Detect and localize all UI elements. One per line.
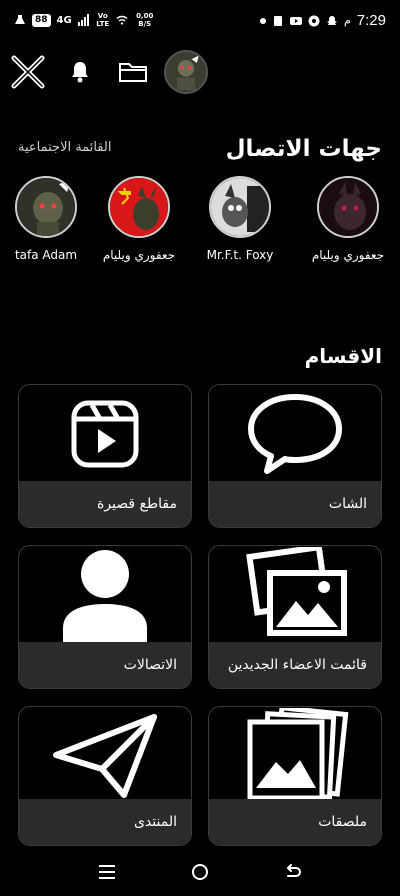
volte-label: Vo LTE [96, 12, 110, 28]
close-icon [11, 55, 45, 89]
contacts-list: جعفوري ويليام Mr.F.t. Foxy جعفوري ويليام [0, 176, 400, 266]
bell-icon [72, 62, 88, 83]
person-icon [63, 550, 147, 642]
section-card-label: مقاطع قصيرة [19, 481, 191, 527]
contact-name: جعفوري ويليام [102, 248, 176, 262]
section-card-contacts[interactable]: الاتصالات [18, 545, 192, 689]
contact-avatar-icon [110, 178, 168, 236]
wifi-icon [116, 15, 128, 25]
section-card-label: الاتصالات [19, 642, 191, 688]
back-arrow-icon [287, 864, 302, 877]
speed-label: 0,00 B/S [136, 12, 154, 28]
snapchat-icon [326, 15, 337, 25]
avatar [317, 176, 379, 238]
gallery-icon [246, 547, 347, 636]
ampm-label: م [343, 14, 351, 27]
chrome-icon [308, 15, 320, 26]
network-type: 4G [56, 14, 72, 26]
section-card-chat[interactable]: الشات [208, 384, 382, 528]
avatar [209, 176, 271, 238]
section-card-new-members[interactable]: قائمت الاعضاء الجديدين [208, 545, 382, 689]
section-card-reels[interactable]: مقاطع قصيرة [18, 384, 192, 528]
section-card-label: الشات [209, 481, 381, 527]
contact-avatar-icon [17, 178, 75, 236]
folder-button[interactable] [114, 50, 152, 94]
back-button[interactable] [273, 852, 313, 892]
sim-icon [273, 15, 282, 26]
system-nav-bar [0, 848, 400, 896]
circle-home-icon [191, 864, 208, 880]
profile-avatar[interactable] [164, 50, 208, 94]
social-list-link[interactable]: القائمة الاجتماعية [18, 140, 111, 155]
status-bar: 88 4G Vo LTE 0,00 B/S م 7:29 [0, 0, 400, 44]
signal-icon [77, 14, 89, 26]
contact-name: Mr.F.t. Foxy [206, 248, 274, 262]
recent-apps-button[interactable] [87, 852, 127, 892]
contact-item[interactable]: tafa Adam [0, 176, 94, 262]
home-button[interactable] [180, 852, 220, 892]
contact-avatar-icon [211, 178, 269, 236]
contact-name: جعفوري ويليام [311, 248, 385, 262]
clock: 7:29 [356, 12, 386, 29]
avatar-image-icon [166, 52, 206, 92]
section-card-forum[interactable]: المنتدى [18, 706, 192, 846]
contact-item[interactable]: جعفوري ويليام [300, 176, 396, 262]
youtube-icon [289, 16, 302, 25]
reels-icon [71, 400, 139, 468]
contact-name: tafa Adam [14, 248, 78, 262]
avatar [108, 176, 170, 238]
contact-item[interactable]: جعفوري ويليام [91, 176, 187, 262]
sections-heading: الاقسام [304, 344, 382, 368]
notification-dot-icon [259, 17, 266, 24]
chat-bubble-icon [248, 394, 342, 474]
section-card-stickers[interactable]: ملصقات [208, 706, 382, 846]
section-card-label: قائمت الاعضاء الجديدين [209, 642, 381, 688]
folder-icon [119, 63, 147, 82]
section-card-label: المنتدى [19, 799, 191, 845]
close-button[interactable] [8, 50, 48, 94]
flask-icon [15, 15, 25, 24]
contact-avatar-icon [319, 178, 377, 236]
notifications-button[interactable] [62, 50, 98, 94]
battery-badge: 88 [32, 13, 51, 27]
photos-stack-icon [247, 708, 349, 801]
menu-icon [98, 865, 115, 879]
top-toolbar [0, 50, 400, 96]
section-card-label: ملصقات [209, 799, 381, 845]
paper-plane-icon [53, 714, 157, 798]
contact-item[interactable]: Mr.F.t. Foxy [192, 176, 288, 262]
contacts-heading: جهات الاتصال [225, 136, 382, 162]
avatar [15, 176, 77, 238]
